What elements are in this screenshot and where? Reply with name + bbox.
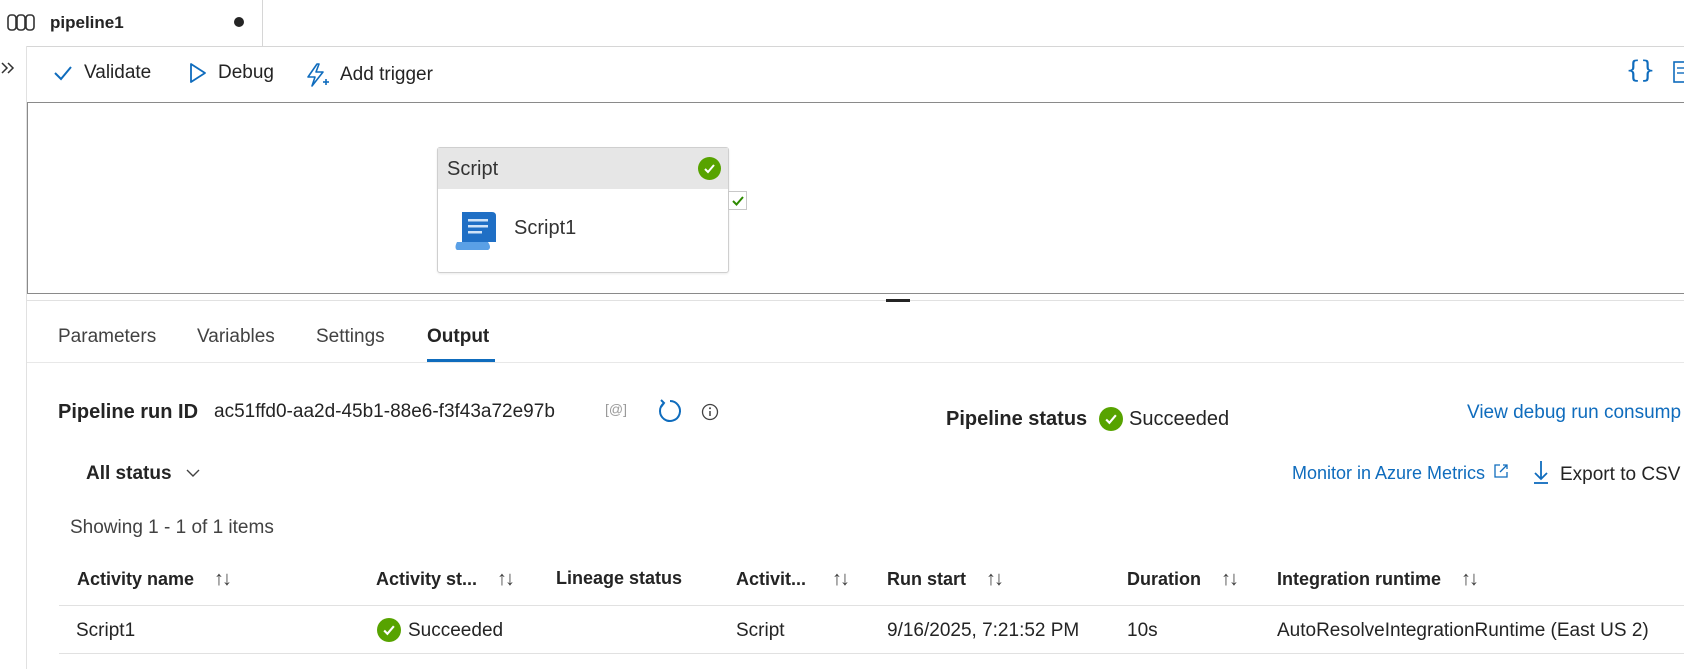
column-label: Run start: [887, 569, 967, 589]
tab-variables[interactable]: Variables: [197, 326, 275, 348]
tab-parameters[interactable]: Parameters: [58, 326, 156, 348]
lightning-icon: [304, 62, 330, 88]
copy-icon[interactable]: [@]: [605, 401, 627, 417]
pipeline-icon: [6, 12, 36, 39]
column-header-run-start[interactable]: Run start ↑↓: [887, 568, 1004, 591]
column-label: Activit...: [736, 569, 807, 589]
column-header-lineage-status[interactable]: Lineage status: [556, 568, 682, 589]
properties-icon[interactable]: [1672, 60, 1684, 89]
tab-output[interactable]: Output: [427, 326, 489, 348]
pipeline-canvas[interactable]: [27, 102, 1684, 294]
column-header-activity-type[interactable]: Activit... ↑↓: [736, 568, 850, 591]
unsaved-indicator-icon: [234, 17, 244, 27]
add-trigger-button[interactable]: Add trigger: [304, 62, 433, 88]
column-label: Activity st...: [376, 569, 478, 589]
cell-duration: 10s: [1127, 620, 1158, 641]
export-label: Export to CSV: [1560, 463, 1681, 485]
cell-integration-runtime: AutoResolveIntegrationRuntime (East US 2…: [1277, 620, 1649, 641]
download-icon: [1532, 459, 1550, 490]
pipeline-tab[interactable]: pipeline1: [0, 0, 263, 46]
view-debug-run-link[interactable]: View debug run consump: [1467, 402, 1681, 424]
cell-activity-status: Succeeded: [408, 620, 504, 641]
column-header-duration[interactable]: Duration ↑↓: [1127, 568, 1239, 591]
validate-label: Validate: [84, 62, 152, 83]
chevron-down-icon: [186, 465, 200, 483]
monitor-azure-metrics-link[interactable]: Monitor in Azure Metrics: [1292, 463, 1509, 484]
activity-name: Script1: [514, 217, 577, 239]
debug-label: Debug: [218, 62, 274, 83]
column-label: Lineage status: [556, 568, 683, 588]
column-header-integration-runtime[interactable]: Integration runtime ↑↓: [1277, 568, 1479, 591]
debug-button[interactable]: Debug: [186, 62, 274, 84]
status-filter-dropdown[interactable]: All status: [86, 463, 200, 485]
run-id-label: Pipeline run ID: [58, 401, 199, 423]
active-tab-indicator: [427, 359, 495, 362]
success-icon: [377, 618, 401, 642]
monitor-link-label: Monitor in Azure Metrics: [1292, 463, 1486, 483]
script-icon: [454, 208, 500, 257]
sort-icon[interactable]: ↑↓: [497, 568, 515, 591]
success-icon: [1099, 407, 1123, 431]
sort-icon[interactable]: ↑↓: [986, 568, 1004, 591]
left-rail: [0, 46, 27, 669]
tabs-divider: [27, 362, 1684, 363]
sort-icon[interactable]: ↑↓: [1461, 568, 1479, 591]
panel-resize-handle[interactable]: [886, 299, 910, 302]
sort-icon[interactable]: ↑↓: [214, 568, 232, 591]
success-output-handle[interactable]: [728, 191, 747, 210]
external-link-icon: [1493, 463, 1509, 484]
refresh-icon[interactable]: [656, 397, 684, 430]
sort-icon[interactable]: ↑↓: [832, 568, 850, 591]
sort-icon[interactable]: ↑↓: [1221, 568, 1239, 591]
export-csv-button[interactable]: Export to CSV: [1532, 459, 1680, 490]
tab-settings[interactable]: Settings: [316, 326, 385, 348]
add-trigger-label: Add trigger: [340, 64, 433, 85]
cell-activity-type: Script: [736, 620, 785, 641]
info-icon[interactable]: [701, 403, 719, 426]
status-filter-label: All status: [86, 463, 172, 484]
column-label: Activity name: [77, 569, 195, 589]
panel-divider: [27, 300, 1684, 301]
pipeline-status-value: Succeeded: [1129, 408, 1230, 430]
script-activity[interactable]: Script Script1: [437, 147, 729, 273]
table-row[interactable]: Script1 Succeeded Script 9/16/2025, 7:21…: [59, 606, 1684, 653]
column-label: Duration: [1127, 569, 1201, 589]
checkmark-icon: [52, 62, 74, 84]
expand-icon[interactable]: [0, 60, 16, 81]
code-icon[interactable]: {}: [1626, 56, 1655, 84]
success-icon: [698, 157, 721, 180]
validate-button[interactable]: Validate: [52, 62, 151, 84]
row-divider: [59, 653, 1684, 654]
column-header-activity-status[interactable]: Activity st... ↑↓: [376, 568, 515, 591]
column-header-activity-name[interactable]: Activity name ↑↓: [77, 568, 232, 591]
column-label: Integration runtime: [1277, 569, 1442, 589]
play-icon: [186, 62, 208, 84]
item-count-text: Showing 1 - 1 of 1 items: [70, 517, 274, 538]
cell-run-start: 9/16/2025, 7:21:52 PM: [887, 620, 1080, 641]
run-id-value: ac51ffd0-aa2d-45b1-88e6-f3f43a72e97b: [214, 401, 555, 422]
pipeline-status-label: Pipeline status: [946, 408, 1088, 430]
tab-title: pipeline1: [50, 13, 124, 32]
activity-type-label: Script: [447, 158, 499, 180]
cell-activity-name[interactable]: Script1: [76, 620, 135, 642]
